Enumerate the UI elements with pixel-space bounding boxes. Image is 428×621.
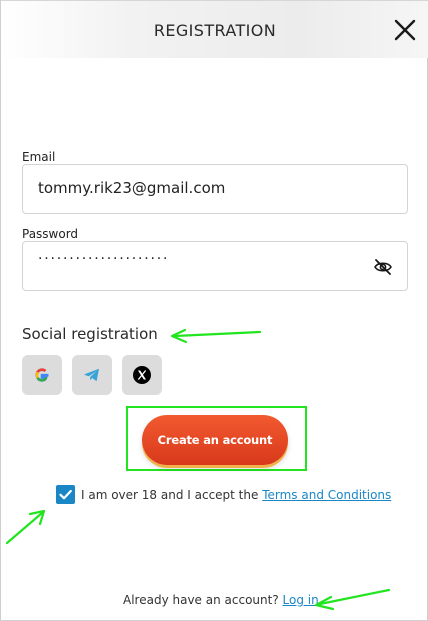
arrow-checkbox — [5, 509, 46, 545]
arrow-social — [170, 328, 262, 344]
arrow-login — [314, 588, 391, 611]
annotation-arrows — [5, 328, 391, 611]
